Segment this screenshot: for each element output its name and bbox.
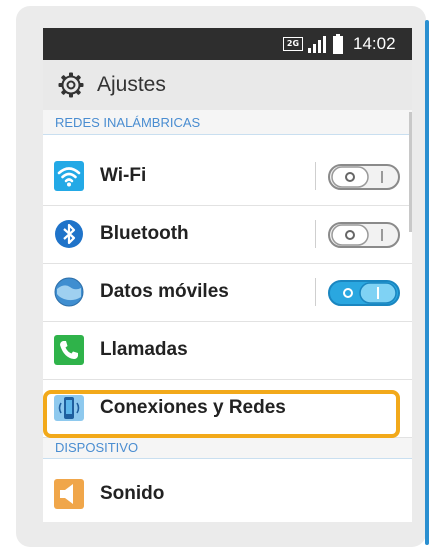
phone-screen: 2G 14:02 Ajustes REDES INALÁMBRICAS Wi-F…: [43, 28, 412, 522]
signal-icon: [308, 36, 326, 53]
row-divider: [315, 278, 316, 306]
page-title: Ajustes: [97, 73, 166, 96]
bluetooth-toggle[interactable]: [328, 222, 400, 248]
highlight-box: [43, 390, 400, 438]
settings-item-sound[interactable]: Sonido: [43, 466, 412, 522]
bluetooth-label: Bluetooth: [100, 223, 189, 244]
mobile-data-label: Datos móviles: [100, 281, 229, 302]
section-title-wireless: REDES INALÁMBRICAS: [55, 115, 201, 130]
wifi-icon: [54, 161, 84, 191]
globe-icon: [54, 277, 84, 307]
scrollbar[interactable]: [409, 112, 412, 232]
section-header-wireless: REDES INALÁMBRICAS: [43, 110, 412, 135]
wifi-toggle[interactable]: [328, 164, 400, 190]
row-divider: [315, 162, 316, 190]
wifi-label: Wi-Fi: [100, 165, 147, 186]
mobile-data-toggle[interactable]: [328, 280, 400, 306]
settings-item-mobile-data[interactable]: Datos móviles: [43, 264, 412, 322]
frame-accent-bar: [425, 20, 429, 545]
status-bar: 2G 14:02: [43, 28, 412, 60]
gear-icon[interactable]: [58, 72, 84, 98]
settings-item-calls[interactable]: Llamadas: [43, 322, 412, 380]
bluetooth-icon: [55, 220, 83, 248]
calls-label: Llamadas: [100, 339, 188, 360]
settings-item-wifi[interactable]: Wi-Fi: [43, 148, 412, 206]
network-type-badge: 2G: [283, 37, 303, 51]
speaker-icon: [54, 479, 84, 509]
settings-item-bluetooth[interactable]: Bluetooth: [43, 206, 412, 264]
section-header-device: DISPOSITIVO: [43, 438, 412, 459]
battery-icon: [333, 34, 343, 54]
section-title-device: DISPOSITIVO: [55, 440, 139, 455]
sound-label: Sonido: [100, 483, 165, 504]
phone-icon: [54, 335, 84, 365]
row-divider: [315, 220, 316, 248]
status-time: 14:02: [353, 34, 396, 53]
action-bar: Ajustes: [43, 60, 412, 110]
